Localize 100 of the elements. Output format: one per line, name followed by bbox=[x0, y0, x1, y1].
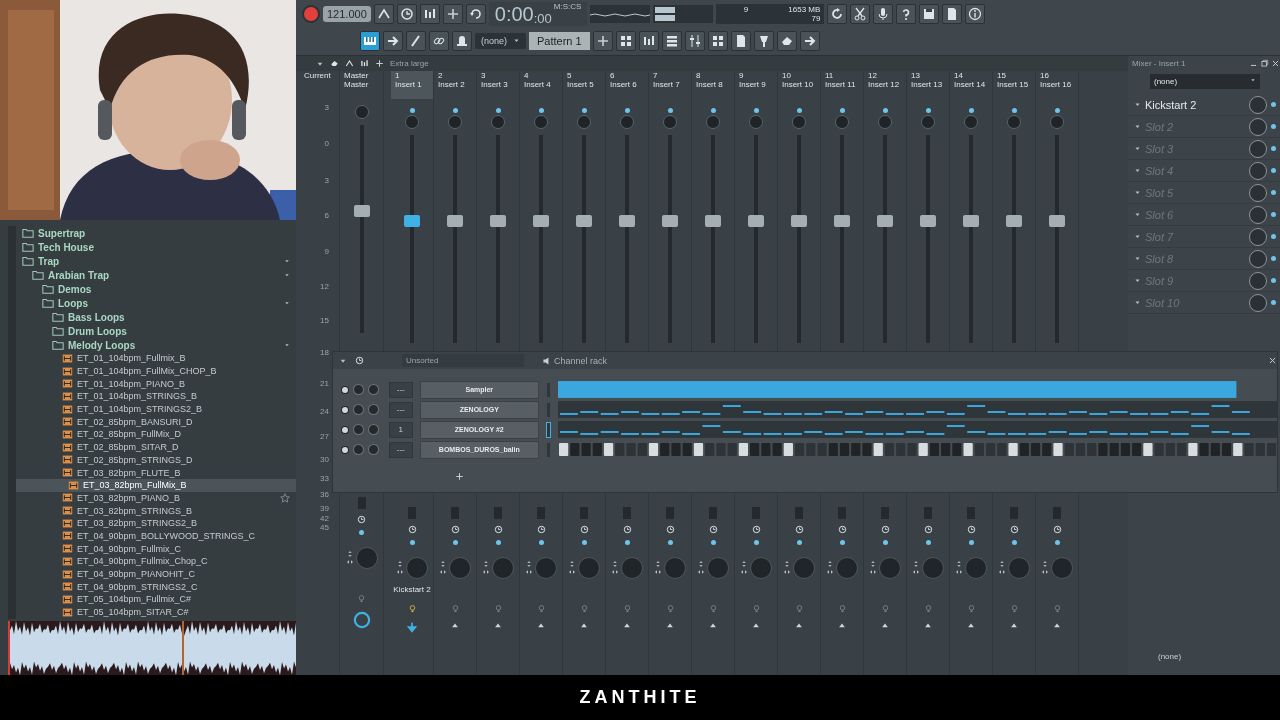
bulb-icon[interactable] bbox=[357, 593, 366, 604]
pan-knob[interactable] bbox=[707, 557, 729, 579]
knob[interactable] bbox=[448, 115, 462, 129]
info-button[interactable] bbox=[965, 3, 986, 24]
file-item[interactable]: ET_01_104bpm_STRINGS2_B bbox=[16, 402, 296, 416]
file-item[interactable]: ET_04_90bpm_Fullmix_C bbox=[16, 542, 296, 555]
export-button[interactable] bbox=[942, 3, 963, 24]
bulb-icon[interactable] bbox=[579, 603, 589, 614]
bell-button[interactable] bbox=[452, 30, 472, 51]
filter-select[interactable]: Unsorted bbox=[402, 354, 524, 367]
preset-select[interactable]: (none) bbox=[1150, 74, 1260, 89]
project-button[interactable] bbox=[730, 30, 751, 51]
fader-handle[interactable] bbox=[619, 215, 635, 227]
step-pad[interactable] bbox=[693, 443, 703, 456]
knob[interactable] bbox=[405, 115, 419, 129]
pan-knob[interactable] bbox=[879, 557, 901, 579]
knob[interactable] bbox=[1007, 115, 1021, 129]
enable-led[interactable] bbox=[1271, 300, 1276, 305]
pan-knob[interactable] bbox=[449, 557, 471, 579]
fader-handle[interactable] bbox=[533, 215, 549, 227]
bulb-icon[interactable] bbox=[1009, 603, 1019, 614]
enable-led[interactable] bbox=[1271, 168, 1276, 173]
file-item[interactable]: ET_02_85bpm_SITAR_D bbox=[16, 440, 296, 454]
file-item[interactable]: ET_04_90bpm_BOLLYWOOD_STRINGS_C bbox=[16, 529, 296, 543]
pan-knob[interactable] bbox=[664, 557, 686, 579]
bulb-icon[interactable] bbox=[880, 603, 890, 614]
mute-led[interactable] bbox=[341, 445, 349, 454]
step-sequencer[interactable] bbox=[557, 441, 1277, 458]
insert-header[interactable]: 1 Insert 1 bbox=[391, 71, 433, 99]
knob[interactable] bbox=[534, 115, 548, 129]
fader-handle[interactable] bbox=[353, 205, 370, 217]
file-item[interactable]: ET_01_104bpm_Fullmix_B bbox=[16, 352, 296, 365]
file-item[interactable]: ET_04_90bpm_STRINGS2_C bbox=[16, 580, 296, 594]
fader-handle[interactable] bbox=[490, 215, 506, 227]
bulb-icon[interactable] bbox=[837, 603, 847, 614]
bulb-icon[interactable] bbox=[1052, 603, 1062, 614]
knob[interactable] bbox=[792, 115, 806, 129]
insert-header[interactable]: 7 Insert 7 bbox=[649, 71, 691, 99]
fader-handle[interactable] bbox=[834, 215, 850, 227]
bulb-icon[interactable] bbox=[794, 603, 804, 614]
pattern-select[interactable]: (none) bbox=[475, 32, 526, 49]
pan-knob[interactable] bbox=[1051, 557, 1073, 579]
record-button[interactable] bbox=[302, 4, 320, 23]
insert-header[interactable]: 16 Insert 16 bbox=[1036, 71, 1078, 99]
file-item[interactable]: ET_02_85bpm_FullMix_D bbox=[16, 428, 296, 441]
fader-handle[interactable] bbox=[705, 215, 721, 227]
size-select[interactable]: Extra large bbox=[390, 59, 429, 68]
file-item[interactable]: ET_02_85bpm_BANSURI_D bbox=[16, 415, 296, 429]
mix-knob[interactable] bbox=[1249, 139, 1267, 158]
enable-led[interactable] bbox=[1271, 234, 1276, 239]
enable-led[interactable] bbox=[1271, 146, 1276, 151]
send-button[interactable] bbox=[799, 30, 820, 51]
pan-knob[interactable] bbox=[578, 557, 600, 579]
mixer-track-box[interactable]: --- bbox=[388, 381, 413, 398]
folder-item[interactable]: Melody Loops bbox=[16, 338, 296, 352]
pan-knob[interactable] bbox=[621, 557, 643, 579]
enable-led[interactable] bbox=[1271, 278, 1276, 283]
fader-handle[interactable] bbox=[447, 215, 463, 227]
file-item[interactable]: ET_02_85bpm_STRINGS_D bbox=[16, 453, 296, 467]
mixer-track-box[interactable]: --- bbox=[388, 441, 413, 458]
pan-knob[interactable] bbox=[750, 557, 772, 579]
effect-slot[interactable]: Kickstart 2 bbox=[1128, 94, 1280, 116]
pattern-field[interactable]: Pattern 1 bbox=[529, 31, 590, 50]
step-pad[interactable] bbox=[603, 443, 614, 456]
pan-knob[interactable] bbox=[492, 557, 514, 579]
pan-knob[interactable] bbox=[355, 547, 378, 569]
fader-handle[interactable] bbox=[748, 215, 764, 227]
knob[interactable] bbox=[491, 115, 505, 129]
insert-header[interactable]: 15 Insert 15 bbox=[993, 71, 1035, 99]
pan-knob[interactable] bbox=[1008, 557, 1030, 579]
folder-item[interactable]: Trap bbox=[16, 254, 296, 268]
bulb-icon[interactable] bbox=[407, 603, 417, 614]
pan-knob[interactable] bbox=[922, 557, 944, 579]
knob[interactable] bbox=[749, 115, 763, 129]
knob[interactable] bbox=[835, 115, 849, 129]
piano-button[interactable] bbox=[360, 30, 380, 51]
add-pattern-button[interactable] bbox=[592, 30, 613, 51]
bulb-icon[interactable] bbox=[493, 603, 503, 614]
next-button[interactable] bbox=[383, 30, 403, 51]
bulb-icon[interactable] bbox=[622, 603, 632, 614]
step-pad[interactable] bbox=[738, 443, 748, 456]
mute-led[interactable] bbox=[341, 425, 349, 434]
volume-knob[interactable] bbox=[367, 404, 379, 415]
step-pad[interactable] bbox=[558, 443, 569, 456]
pan-knob[interactable] bbox=[965, 557, 987, 579]
folder-item[interactable]: Tech House bbox=[16, 240, 296, 254]
browser-button[interactable] bbox=[707, 30, 728, 51]
mixer-track-box[interactable]: 1 bbox=[388, 421, 413, 438]
enable-led[interactable] bbox=[1271, 212, 1276, 217]
pan-knob[interactable] bbox=[406, 557, 428, 579]
folder-item[interactable]: Demos bbox=[16, 282, 296, 296]
plugin-button[interactable] bbox=[753, 30, 774, 51]
help-button[interactable] bbox=[896, 3, 917, 24]
fader-handle[interactable] bbox=[963, 215, 979, 227]
enable-led[interactable] bbox=[1271, 256, 1276, 261]
knob[interactable] bbox=[706, 115, 720, 129]
folder-item[interactable]: Supertrap bbox=[16, 226, 296, 240]
master-header[interactable]: Master Master bbox=[340, 71, 383, 99]
file-item[interactable]: ET_03_82bpm_FullMix_B bbox=[16, 478, 296, 492]
volume-knob[interactable] bbox=[367, 384, 379, 395]
